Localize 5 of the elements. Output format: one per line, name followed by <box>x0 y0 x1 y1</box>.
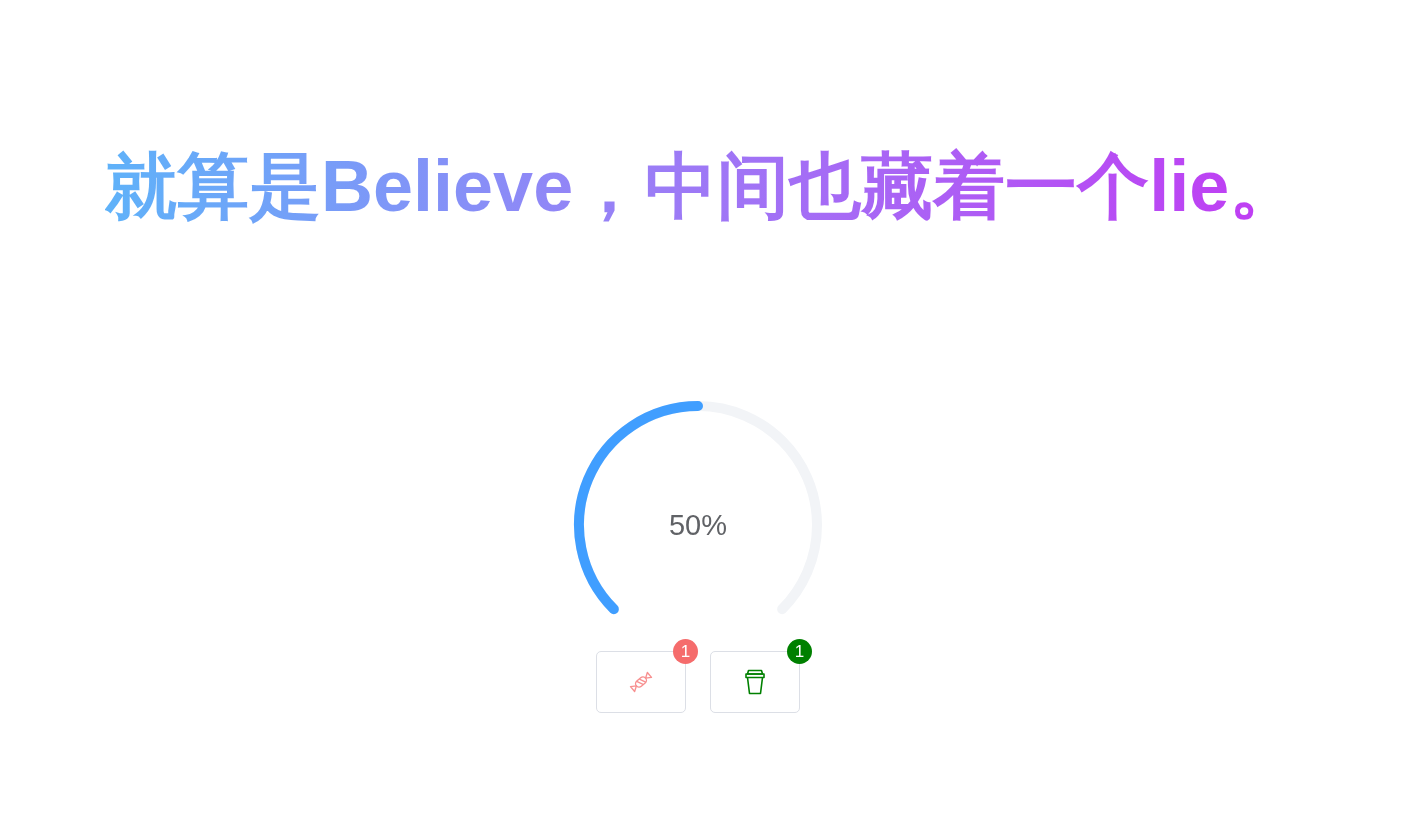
progress-percent: 50% <box>669 510 727 540</box>
cup-icon <box>744 669 766 695</box>
candy-icon <box>628 669 654 695</box>
count-badge: 1 <box>787 639 812 664</box>
count-badge: 1 <box>673 639 698 664</box>
